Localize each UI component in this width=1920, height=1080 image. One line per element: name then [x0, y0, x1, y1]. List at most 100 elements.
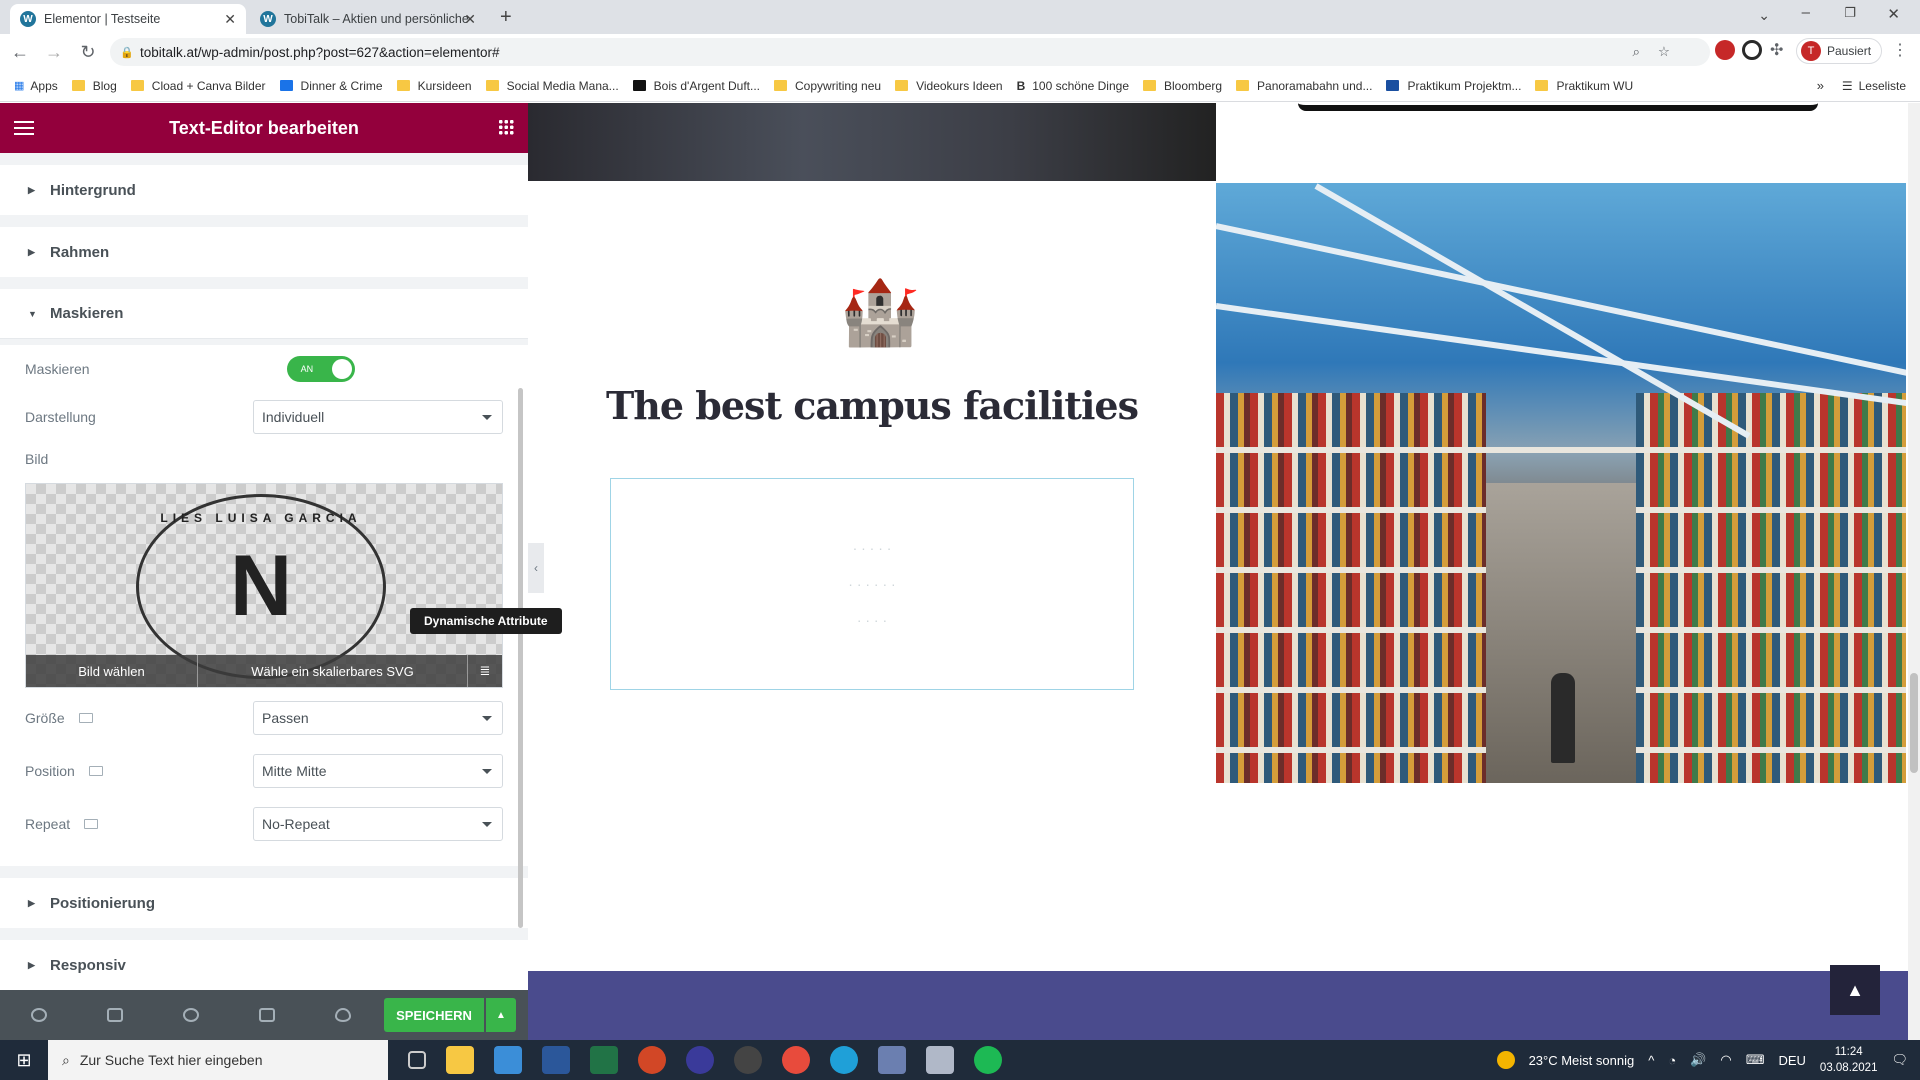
reload-icon[interactable]: ↻	[74, 38, 102, 66]
volume-icon[interactable]: 🔊	[1690, 1052, 1706, 1068]
minimize-button[interactable]: –	[1802, 4, 1810, 21]
powerpoint-icon[interactable]	[638, 1046, 666, 1074]
darstellung-select[interactable]: Individuell	[253, 400, 503, 434]
bookmark-item[interactable]: Social Media Mana...	[485, 79, 619, 93]
windows-start-icon[interactable]: ⊞	[0, 1040, 48, 1080]
folder-icon	[130, 80, 144, 91]
bookmark-item[interactable]: Blog	[71, 79, 117, 93]
zoom-icon[interactable]: ⌕	[1632, 44, 1640, 60]
save-button[interactable]: SPEICHERN	[384, 998, 484, 1032]
new-tab-button[interactable]: +	[500, 6, 512, 29]
bookmark-item[interactable]: Videokurs Ideen	[895, 79, 1003, 93]
task-view-icon[interactable]	[408, 1051, 426, 1069]
section-positionierung[interactable]: ▶ Positionierung	[0, 878, 528, 928]
close-window-button[interactable]: ✕	[1887, 5, 1900, 23]
maximize-button[interactable]: ❐	[1844, 5, 1856, 21]
repeat-select[interactable]: No-Repeat	[253, 807, 503, 841]
more-bookmarks-icon[interactable]: »	[1817, 78, 1824, 93]
history-icon[interactable]	[183, 1008, 199, 1022]
preview-eye-icon[interactable]	[335, 1008, 351, 1022]
word-icon[interactable]	[542, 1046, 570, 1074]
close-tab-icon[interactable]: ✕	[464, 11, 476, 28]
caret-right-icon: ▶	[28, 184, 35, 195]
chair-photo	[528, 103, 1216, 181]
position-select[interactable]: Mitte Mitte	[253, 754, 503, 788]
bookmark-item[interactable]: Praktikum WU	[1535, 79, 1633, 93]
section-responsiv[interactable]: ▶ Responsiv	[0, 940, 528, 990]
mask-toggle[interactable]: AN	[286, 356, 355, 382]
tab-elementor[interactable]: W Elementor | Testseite ✕	[10, 4, 246, 34]
menu-icon[interactable]: ⋮	[1892, 40, 1908, 60]
scrollbar-thumb[interactable]	[1910, 673, 1918, 773]
tray-chevron-icon[interactable]: ^	[1648, 1053, 1654, 1068]
app-icon[interactable]	[878, 1046, 906, 1074]
extensions-puzzle-icon[interactable]: ✣	[1770, 40, 1783, 60]
scroll-to-top-button[interactable]: ▲	[1830, 965, 1880, 1015]
purple-section-band	[528, 971, 1920, 1040]
bookmark-item[interactable]: Bloomberg	[1143, 79, 1222, 93]
section-maskieren[interactable]: ▼ Maskieren	[0, 289, 528, 339]
bookmark-item[interactable]: Copywriting neu	[774, 79, 881, 93]
obs-icon[interactable]	[734, 1046, 762, 1074]
desktop-icon[interactable]	[78, 713, 93, 723]
responsive-mode-icon[interactable]	[259, 1008, 275, 1022]
address-bar[interactable]: 🔒 tobitalk.at/wp-admin/post.php?post=627…	[110, 38, 1710, 66]
bookmark-item[interactable]: Panoramabahn und...	[1236, 79, 1372, 93]
preview-scrollbar[interactable]	[1908, 103, 1920, 1040]
desktop-icon[interactable]	[84, 819, 99, 829]
bookmark-item[interactable]: Praktikum Projektm...	[1386, 79, 1521, 93]
reading-list[interactable]: ☰ Leseliste	[1842, 79, 1906, 93]
keyboard-icon[interactable]: ⌨	[1746, 1052, 1765, 1068]
navigator-layers-icon[interactable]	[107, 1008, 123, 1022]
weather-text[interactable]: 23°C Meist sonnig	[1529, 1053, 1635, 1068]
panel-scrollbar[interactable]	[518, 388, 523, 928]
edge-icon[interactable]	[830, 1046, 858, 1074]
panel-header: Text-Editor bearbeiten	[0, 103, 528, 153]
profile-button[interactable]: T Pausiert	[1796, 38, 1883, 64]
back-icon[interactable]: ←	[6, 38, 34, 66]
bookmark-apps[interactable]: ▦ Apps	[14, 79, 58, 93]
save-options-caret-icon[interactable]: ▲	[486, 998, 516, 1032]
spotify-icon[interactable]	[974, 1046, 1002, 1074]
widgets-grid-icon[interactable]	[498, 119, 514, 135]
close-tab-icon[interactable]: ✕	[224, 11, 236, 28]
bookmark-item[interactable]: B 100 schöne Dinge	[1017, 79, 1129, 93]
section-hintergrund[interactable]: ▶ Hintergrund	[0, 165, 528, 215]
bookmark-star-icon[interactable]: ☆	[1658, 44, 1670, 60]
weather-sun-icon[interactable]	[1496, 1051, 1515, 1069]
bookmark-item[interactable]: Bois d'Argent Duft...	[632, 79, 760, 93]
hamburger-menu-icon[interactable]	[14, 121, 34, 135]
bookmark-item[interactable]: Dinner & Crime	[279, 79, 383, 93]
section-rahmen[interactable]: ▶ Rahmen	[0, 227, 528, 277]
tab-search-icon[interactable]: ⌄	[1758, 7, 1770, 24]
excel-icon[interactable]	[590, 1046, 618, 1074]
dynamic-attributes-icon[interactable]: ≣	[468, 655, 502, 687]
app-icon[interactable]	[686, 1046, 714, 1074]
desktop-icon[interactable]	[88, 766, 103, 776]
chrome-icon[interactable]	[782, 1046, 810, 1074]
file-explorer-icon[interactable]	[446, 1046, 474, 1074]
mail-icon[interactable]	[494, 1046, 522, 1074]
collapse-panel-icon[interactable]: ‹	[528, 543, 544, 593]
grammarly-icon[interactable]	[1742, 40, 1762, 60]
clock[interactable]: 11:24 03.08.2021	[1820, 1044, 1878, 1076]
extension-icon[interactable]	[1715, 40, 1735, 60]
mask-image-preview[interactable]: LIES LUISA GARCIA N Bild wählen Wähle ei…	[25, 483, 503, 688]
bookmark-item[interactable]: Kursideen	[396, 79, 472, 93]
network-icon[interactable]: ◔	[1668, 1053, 1676, 1068]
folder-icon	[1143, 80, 1156, 91]
notifications-icon[interactable]: 🗨	[1891, 1052, 1908, 1068]
choose-svg-button[interactable]: Wähle ein skalierbares SVG	[198, 655, 468, 687]
size-select[interactable]: Passen	[253, 701, 503, 735]
app-icon[interactable]	[926, 1046, 954, 1074]
tab-tobitalk[interactable]: W TobiTalk – Aktien und persönliche ✕	[250, 4, 486, 34]
wifi-icon[interactable]: ◠	[1720, 1052, 1731, 1068]
taskbar-search-input[interactable]: ⌕ Zur Suche Text hier eingeben	[48, 1040, 388, 1080]
settings-gear-icon[interactable]	[31, 1008, 47, 1022]
choose-image-button[interactable]: Bild wählen	[26, 655, 198, 687]
forward-icon[interactable]: →	[40, 38, 68, 66]
language-indicator[interactable]: DEU	[1778, 1053, 1805, 1068]
bookmark-item[interactable]: Cload + Canva Bilder	[130, 79, 266, 93]
masked-text-editor-widget[interactable]: · · · · · · · · · · · · · · ·	[610, 478, 1134, 690]
bookmarks-bar: ▦ Apps Blog Cload + Canva Bilder Dinner &…	[0, 70, 1920, 102]
